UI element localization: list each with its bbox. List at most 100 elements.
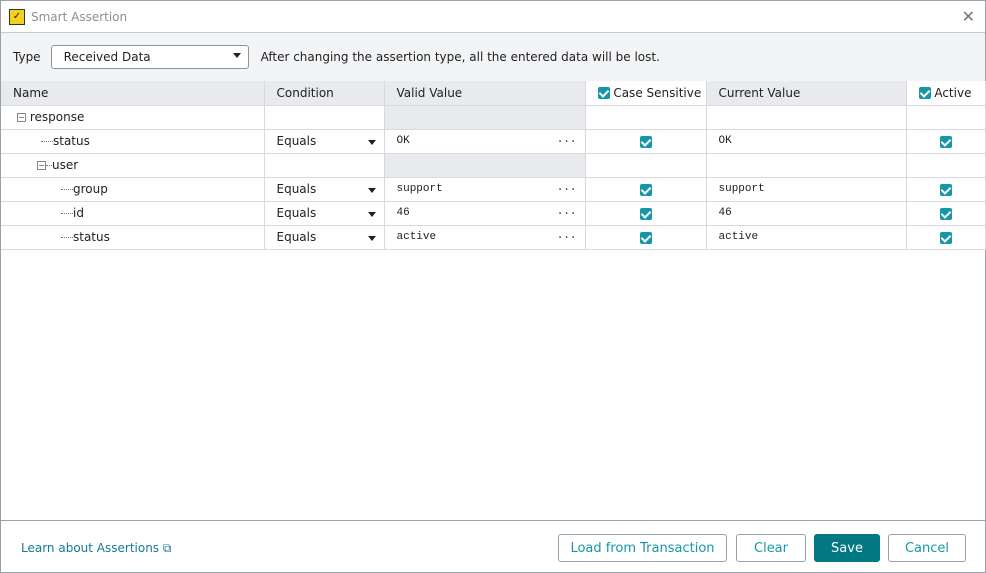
learn-link[interactable]: Learn about Assertions ⧉ <box>21 541 171 556</box>
condition-value: Equals <box>276 134 317 148</box>
external-link-icon: ⧉ <box>162 541 172 555</box>
active-cell <box>906 177 986 202</box>
case-sensitive-checkbox[interactable] <box>639 183 652 196</box>
active-all-checkbox[interactable] <box>918 87 931 100</box>
active-cell <box>906 201 986 226</box>
valid-value-cell <box>384 153 586 178</box>
chevron-down-icon <box>367 235 376 241</box>
name-cell: − user <box>1 153 265 178</box>
node-name: user <box>52 158 79 172</box>
table-row[interactable]: status Equals OK... OK <box>1 129 986 154</box>
condition-value: Equals <box>276 230 317 244</box>
valid-value: support <box>396 183 443 195</box>
condition-dropdown[interactable]: Equals <box>264 201 385 226</box>
assertion-table: Name Condition Valid Value Case Sensitiv… <box>1 81 986 250</box>
case-cell <box>585 129 707 154</box>
condition-cell <box>264 153 385 178</box>
col-condition: Condition <box>264 81 385 106</box>
table-row[interactable]: − user <box>1 153 986 178</box>
case-sensitive-checkbox[interactable] <box>639 135 652 148</box>
col-valid-value: Valid Value <box>384 81 586 106</box>
table-row[interactable]: group Equals support... support <box>1 177 986 202</box>
valid-value: active <box>396 231 437 243</box>
active-checkbox[interactable] <box>939 231 952 244</box>
valid-value-input[interactable]: support... <box>384 177 586 202</box>
case-sensitive-checkbox[interactable] <box>639 231 652 244</box>
condition-dropdown[interactable]: Equals <box>264 129 385 154</box>
chevron-down-icon <box>367 211 376 217</box>
valid-value: 46 <box>396 207 410 219</box>
toolbar: Type Received Data After changing the as… <box>1 33 985 81</box>
current-value-cell: OK <box>706 129 907 154</box>
tree-line <box>61 189 73 190</box>
case-cell <box>585 153 707 178</box>
condition-value: Equals <box>276 182 317 196</box>
table-row[interactable]: − response <box>1 105 986 130</box>
case-cell <box>585 177 707 202</box>
col-active[interactable]: Active <box>906 81 986 106</box>
name-cell: group <box>1 177 265 202</box>
active-checkbox[interactable] <box>939 207 952 220</box>
table-row[interactable]: id Equals 46... 46 <box>1 201 986 226</box>
condition-value: Equals <box>276 206 317 220</box>
name-cell: status <box>1 129 265 154</box>
collapse-icon[interactable]: − <box>37 161 46 170</box>
col-name: Name <box>1 81 265 106</box>
active-cell <box>906 105 986 130</box>
valid-value-input[interactable]: 46... <box>384 201 586 226</box>
load-from-transaction-button[interactable]: Load from Transaction <box>558 534 727 562</box>
col-case-label: Case Sensitive <box>613 85 702 100</box>
window-title: Smart Assertion <box>31 9 128 24</box>
condition-cell <box>264 105 385 130</box>
active-cell <box>906 225 986 250</box>
tree-line <box>61 213 73 214</box>
table-row[interactable]: status Equals active... active <box>1 225 986 250</box>
clear-button[interactable]: Clear <box>736 534 806 562</box>
active-checkbox[interactable] <box>939 135 952 148</box>
footer: Learn about Assertions ⧉ Load from Trans… <box>1 520 985 573</box>
current-value-cell: support <box>706 177 907 202</box>
current-value-cell: active <box>706 225 907 250</box>
valid-value-input[interactable]: active... <box>384 225 586 250</box>
case-sensitive-all-checkbox[interactable] <box>597 87 610 100</box>
name-cell: status <box>1 225 265 250</box>
condition-dropdown[interactable]: Equals <box>264 177 385 202</box>
col-case-sensitive[interactable]: Case Sensitive <box>585 81 707 106</box>
current-value-cell <box>706 153 907 178</box>
tree-line <box>61 237 73 238</box>
condition-dropdown[interactable]: Equals <box>264 225 385 250</box>
col-current-value: Current Value <box>706 81 907 106</box>
node-name: status <box>73 230 110 244</box>
case-cell <box>585 201 707 226</box>
close-icon[interactable]: ✕ <box>962 7 975 26</box>
active-cell <box>906 153 986 178</box>
tree-line <box>41 141 53 142</box>
more-button[interactable]: ... <box>557 134 577 146</box>
valid-value-cell <box>384 105 586 130</box>
case-sensitive-checkbox[interactable] <box>639 207 652 220</box>
save-button[interactable]: Save <box>814 534 880 562</box>
valid-value: OK <box>396 135 410 147</box>
current-value-cell: 46 <box>706 201 907 226</box>
node-name: status <box>53 134 90 148</box>
name-cell: − response <box>1 105 265 130</box>
type-select[interactable]: Received Data <box>50 45 249 69</box>
chevron-down-icon <box>367 139 376 145</box>
chevron-down-icon <box>232 53 241 58</box>
app-logo-icon: ✓ <box>9 8 25 25</box>
more-button[interactable]: ... <box>557 230 577 242</box>
node-name: group <box>73 182 108 196</box>
col-active-label: Active <box>934 85 972 100</box>
type-hint: After changing the assertion type, all t… <box>260 50 660 64</box>
cancel-button[interactable]: Cancel <box>888 534 966 562</box>
more-button[interactable]: ... <box>557 206 577 218</box>
type-label: Type <box>13 50 41 64</box>
title-bar: ✓ Smart Assertion ✕ <box>1 1 985 33</box>
valid-value-input[interactable]: OK... <box>384 129 586 154</box>
more-button[interactable]: ... <box>557 182 577 194</box>
learn-link-label: Learn about Assertions <box>21 541 160 555</box>
collapse-icon[interactable]: − <box>17 113 26 122</box>
name-cell: id <box>1 201 265 226</box>
active-checkbox[interactable] <box>939 183 952 196</box>
type-select-value: Received Data <box>63 50 151 64</box>
